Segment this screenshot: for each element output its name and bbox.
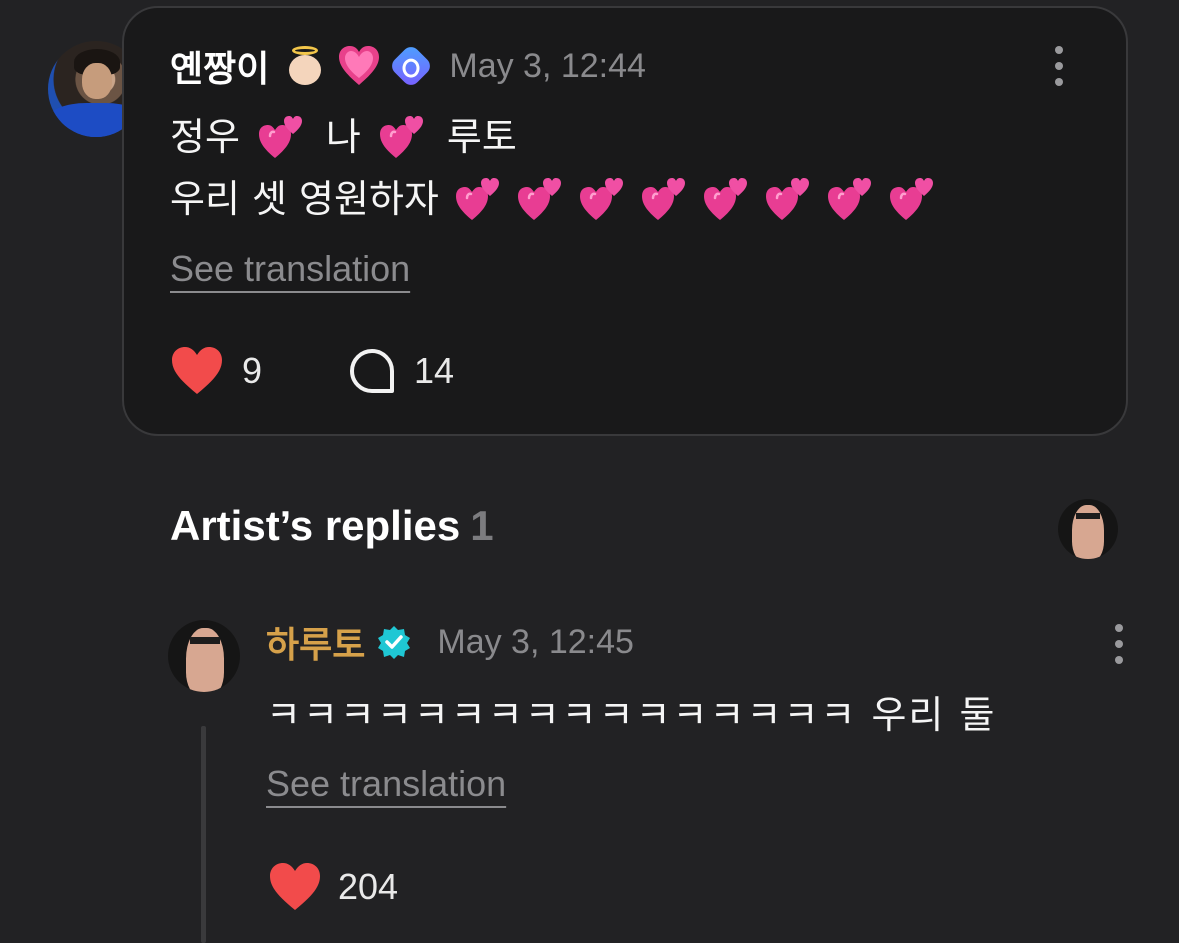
reply-text: ㅋㅋㅋㅋㅋㅋㅋㅋㅋㅋㅋㅋㅋㅋㅋㅋ 우리 둘 [266, 693, 997, 737]
two-hearts-emoji-icon [455, 176, 501, 222]
two-hearts-emoji-icon [765, 176, 811, 222]
post-more-options-icon[interactable] [1054, 46, 1064, 86]
two-hearts-emoji-icon [379, 114, 425, 160]
post-header: 옌짱이 May 3, 12:44 [170, 40, 646, 92]
artist-replies-count: 1 [470, 502, 494, 549]
post-line-1: 정우 나 루토 [170, 106, 943, 168]
post-body: 정우 나 루토 우리 셋 영원하자 [170, 106, 943, 230]
post-line1-word: 나 [325, 115, 361, 159]
like-heart-icon[interactable] [170, 346, 224, 396]
artist-replies-heading: Artist’s replies 1 [170, 502, 494, 550]
reply-thread-line [201, 726, 206, 943]
post-actions: 9 14 [170, 346, 454, 396]
reply-more-options-icon[interactable] [1114, 624, 1124, 664]
artist-replies-title: Artist’s replies [170, 502, 461, 549]
two-hearts-emoji-icon [827, 176, 873, 222]
post-line1-word: 루토 [446, 115, 517, 159]
angel-emoji-icon [285, 46, 325, 86]
verified-badge-icon [377, 625, 411, 659]
pink-heart-emoji-icon [337, 45, 381, 87]
reply-timestamp: May 3, 12:45 [437, 622, 634, 661]
post-see-translation-link[interactable]: See translation [170, 248, 410, 290]
post-author-name[interactable]: 옌짱이 [170, 40, 269, 92]
two-hearts-emoji-icon [889, 176, 935, 222]
reply-author-avatar[interactable] [168, 620, 240, 692]
like-heart-icon[interactable] [268, 862, 322, 912]
two-hearts-emoji-icon [579, 176, 625, 222]
reply-header: 하루토 May 3, 12:45 [266, 616, 634, 668]
post-line1-word: 정우 [170, 115, 240, 159]
two-hearts-emoji-icon [517, 176, 563, 222]
reply-like-count: 204 [338, 866, 399, 907]
reply-actions: 204 [268, 862, 398, 912]
post-line2-text: 우리 셋 영원하자 [170, 177, 439, 221]
comment-thread-screen: 옌짱이 May 3, 12:44 정우 나 루토 우리 셋 영원하자 See t… [0, 0, 1179, 943]
reply-author-name[interactable]: 하루토 [266, 616, 365, 668]
comment-bubble-icon[interactable] [348, 347, 396, 395]
artist-replies-avatar[interactable] [1058, 499, 1118, 559]
reply-see-translation-link[interactable]: See translation [266, 763, 506, 805]
post-line-2: 우리 셋 영원하자 [170, 168, 943, 230]
two-hearts-emoji-icon [641, 176, 687, 222]
two-hearts-emoji-icon [703, 176, 749, 222]
post-like-count: 9 [242, 350, 263, 391]
two-hearts-emoji-icon [258, 114, 304, 160]
post-comment-count: 14 [414, 350, 455, 391]
post-timestamp: May 3, 12:44 [449, 46, 646, 85]
membership-check-icon [388, 43, 435, 89]
two-hearts-emoji-row [447, 176, 943, 222]
